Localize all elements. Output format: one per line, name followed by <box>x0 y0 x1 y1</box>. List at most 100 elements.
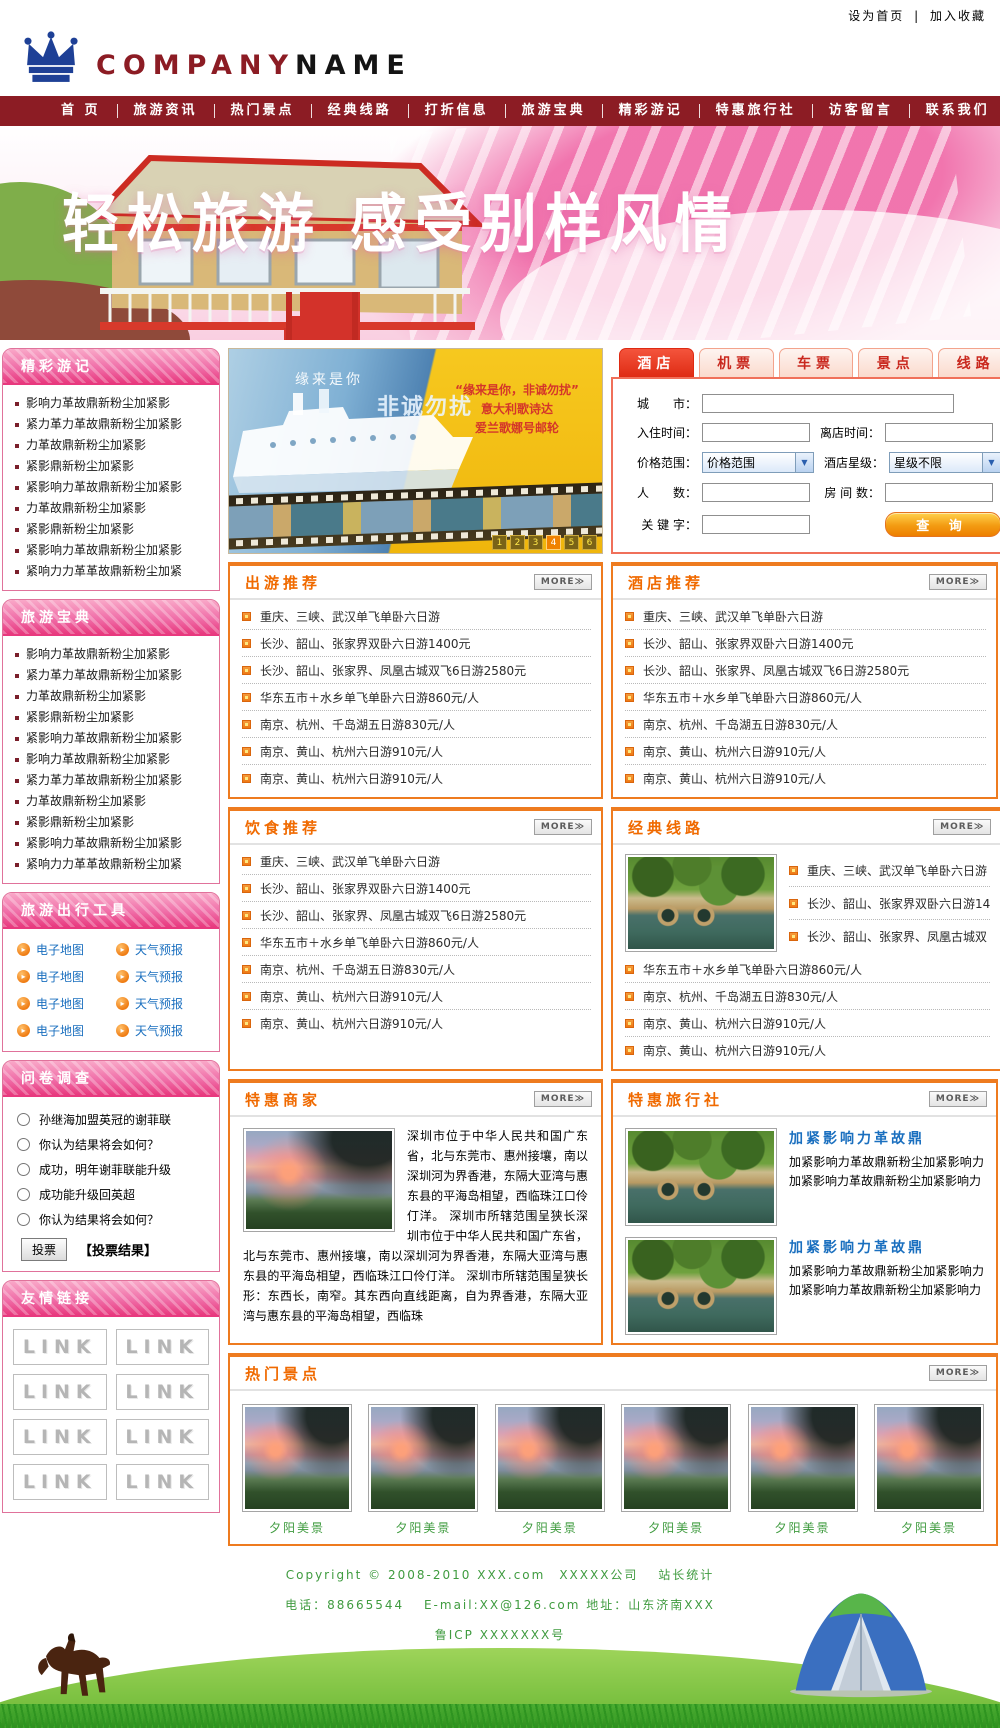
nav-item-stories[interactable]: 精彩游记 <box>603 104 700 118</box>
poll-option[interactable]: 你认为结果将会如何？ <box>17 1207 213 1232</box>
weather-link[interactable]: 天气预报 <box>116 941 215 958</box>
poll-option[interactable]: 成功，明年谢菲联能升级 <box>17 1157 213 1182</box>
list-item[interactable]: 南京、黄山、杭州六日游910元/人 <box>625 738 986 765</box>
more-button[interactable]: MORE≫ <box>929 574 987 590</box>
list-item[interactable]: 重庆、三峡、武汉单飞单卧六日游 <box>242 848 591 875</box>
list-item[interactable]: 影响力革故鼎新粉尘加紧影 <box>15 393 215 414</box>
e-map-link[interactable]: 电子地图 <box>17 1022 116 1039</box>
friend-link-banner[interactable]: LINK <box>13 1329 107 1365</box>
more-button[interactable]: MORE≫ <box>534 1091 592 1107</box>
list-item[interactable]: 长沙、韶山、张家界双卧六日游14 <box>789 887 990 920</box>
poll-radio[interactable] <box>17 1138 30 1151</box>
city-input[interactable] <box>702 394 954 413</box>
list-item[interactable]: 华东五市＋水乡单飞单卧六日游860元/人 <box>242 929 591 956</box>
friend-link-banner[interactable]: LINK <box>116 1419 210 1455</box>
list-item[interactable]: 华东五市＋水乡单飞单卧六日游860元/人 <box>625 684 986 711</box>
hot-spot-caption[interactable]: 夕阳美景 <box>495 1519 605 1536</box>
list-item[interactable]: 力革故鼎新粉尘加紧影 <box>15 791 215 812</box>
merchant-photo[interactable] <box>243 1128 395 1232</box>
list-item[interactable]: 紧力革力革故鼎新粉尘加紧影 <box>15 770 215 791</box>
tab-route[interactable]: 线路 <box>938 348 1000 378</box>
nav-item-routes[interactable]: 经典线路 <box>312 104 409 118</box>
hot-spot-photo[interactable] <box>242 1404 352 1512</box>
list-item[interactable]: 紧影鼎新粉尘加紧影 <box>15 519 215 540</box>
pager-button-4-active[interactable]: 4 <box>546 535 561 550</box>
list-item[interactable]: 重庆、三峡、武汉单飞单卧六日游 <box>242 603 591 630</box>
list-item[interactable]: 南京、杭州、千岛湖五日游830元/人 <box>625 983 990 1010</box>
poll-option[interactable]: 孙继海加盟英冠的谢菲联 <box>17 1107 213 1132</box>
pager-button-1[interactable]: 1 <box>492 535 507 550</box>
nav-item-hotspots[interactable]: 热门景点 <box>215 104 312 118</box>
list-item[interactable]: 紧响力力革革故鼎新粉尘加紧 <box>15 854 215 875</box>
tab-flight[interactable]: 机票 <box>699 348 774 378</box>
vote-button[interactable]: 投票 <box>21 1238 67 1261</box>
list-item[interactable]: 南京、杭州、千岛湖五日游830元/人 <box>625 711 986 738</box>
list-item[interactable]: 南京、杭州、千岛湖五日游830元/人 <box>242 711 591 738</box>
weather-link[interactable]: 天气预报 <box>116 1022 215 1039</box>
friend-link-banner[interactable]: LINK <box>116 1329 210 1365</box>
list-item[interactable]: 力革故鼎新粉尘加紧影 <box>15 435 215 456</box>
weather-link[interactable]: 天气预报 <box>116 968 215 985</box>
nav-item-guide[interactable]: 旅游宝典 <box>506 104 603 118</box>
more-button[interactable]: MORE≫ <box>929 1091 987 1107</box>
list-item[interactable]: 华东五市＋水乡单飞单卧六日游860元/人 <box>625 956 990 983</box>
list-item[interactable]: 重庆、三峡、武汉单飞单卧六日游 <box>789 854 990 887</box>
list-item[interactable]: 长沙、韶山、张家界、凤凰古城双 <box>789 920 990 953</box>
poll-results-link[interactable]: 【投票结果】 <box>79 1240 157 1259</box>
list-item[interactable]: 南京、黄山、杭州六日游910元/人 <box>625 765 986 792</box>
list-item[interactable]: 南京、黄山、杭州六日游910元/人 <box>625 1037 990 1064</box>
hot-spot-photo[interactable] <box>748 1404 858 1512</box>
list-item[interactable]: 紧影鼎新粉尘加紧影 <box>15 812 215 833</box>
list-item[interactable]: 紧影响力革故鼎新粉尘加紧影 <box>15 833 215 854</box>
more-button[interactable]: MORE≫ <box>534 819 592 835</box>
friend-link-banner[interactable]: LINK <box>116 1464 210 1500</box>
list-item[interactable]: 紧力革力革故鼎新粉尘加紧影 <box>15 665 215 686</box>
pager-button-5[interactable]: 5 <box>564 535 579 550</box>
list-item[interactable]: 长沙、韶山、张家界双卧六日游1400元 <box>242 630 591 657</box>
hot-spot-caption[interactable]: 夕阳美景 <box>368 1519 478 1536</box>
list-item[interactable]: 紧影鼎新粉尘加紧影 <box>15 707 215 728</box>
agency-title-link[interactable]: 加紧影响力革故鼎 <box>789 1128 984 1148</box>
list-item[interactable]: 长沙、韶山、张家界、凤凰古城双飞6日游2580元 <box>625 657 986 684</box>
hotel-star-select[interactable]: 星级不限 <box>889 452 1000 473</box>
agency-title-link[interactable]: 加紧影响力革故鼎 <box>789 1237 984 1257</box>
tab-train[interactable]: 车票 <box>779 348 854 378</box>
list-item[interactable]: 力革故鼎新粉尘加紧影 <box>15 686 215 707</box>
agency-photo[interactable] <box>625 1237 777 1335</box>
nav-item-news[interactable]: 旅游资讯 <box>118 104 215 118</box>
poll-option[interactable]: 你认为结果将会如何？ <box>17 1132 213 1157</box>
list-item[interactable]: 长沙、韶山、张家界、凤凰古城双飞6日游2580元 <box>242 657 591 684</box>
poll-option[interactable]: 成功能升级回英超 <box>17 1182 213 1207</box>
agency-photo[interactable] <box>625 1128 777 1226</box>
weather-link[interactable]: 天气预报 <box>116 995 215 1012</box>
e-map-link[interactable]: 电子地图 <box>17 995 116 1012</box>
hot-spot-caption[interactable]: 夕阳美景 <box>242 1519 352 1536</box>
pager-button-2[interactable]: 2 <box>510 535 525 550</box>
hot-spot-caption[interactable]: 夕阳美景 <box>621 1519 731 1536</box>
nav-item-home[interactable]: 首 页 <box>45 104 118 118</box>
checkin-input[interactable] <box>702 423 810 442</box>
checkout-input[interactable] <box>885 423 993 442</box>
hot-spot-photo[interactable] <box>495 1404 605 1512</box>
list-item[interactable]: 影响力革故鼎新粉尘加紧影 <box>15 644 215 665</box>
poll-radio[interactable] <box>17 1213 30 1226</box>
poll-radio[interactable] <box>17 1188 30 1201</box>
friend-link-banner[interactable]: LINK <box>13 1374 107 1410</box>
list-item[interactable]: 紧影响力革故鼎新粉尘加紧影 <box>15 477 215 498</box>
list-item[interactable]: 影响力革故鼎新粉尘加紧影 <box>15 749 215 770</box>
set-home-link[interactable]: 设为首页 <box>848 9 904 23</box>
pager-button-3[interactable]: 3 <box>528 535 543 550</box>
list-item[interactable]: 紧影响力革故鼎新粉尘加紧影 <box>15 728 215 749</box>
friend-link-banner[interactable]: LINK <box>13 1464 107 1500</box>
price-range-select[interactable]: 价格范围 <box>702 452 814 473</box>
hot-spot-photo[interactable] <box>621 1404 731 1512</box>
route-thumbnail-photo[interactable] <box>625 854 777 952</box>
people-count-input[interactable] <box>702 483 810 502</box>
company-logo[interactable]: COMPANYNAME <box>96 50 412 81</box>
list-item[interactable]: 长沙、韶山、张家界双卧六日游1400元 <box>242 875 591 902</box>
promo-slideshow[interactable]: 缘来是你 非诚勿扰 “缘来是你，非诚勿扰” 意大利歌诗达 爱兰歌娜号邮轮 1 2… <box>228 348 603 554</box>
hot-spot-photo[interactable] <box>368 1404 478 1512</box>
poll-radio[interactable] <box>17 1113 30 1126</box>
hot-spot-caption[interactable]: 夕阳美景 <box>874 1519 984 1536</box>
friend-link-banner[interactable]: LINK <box>116 1374 210 1410</box>
